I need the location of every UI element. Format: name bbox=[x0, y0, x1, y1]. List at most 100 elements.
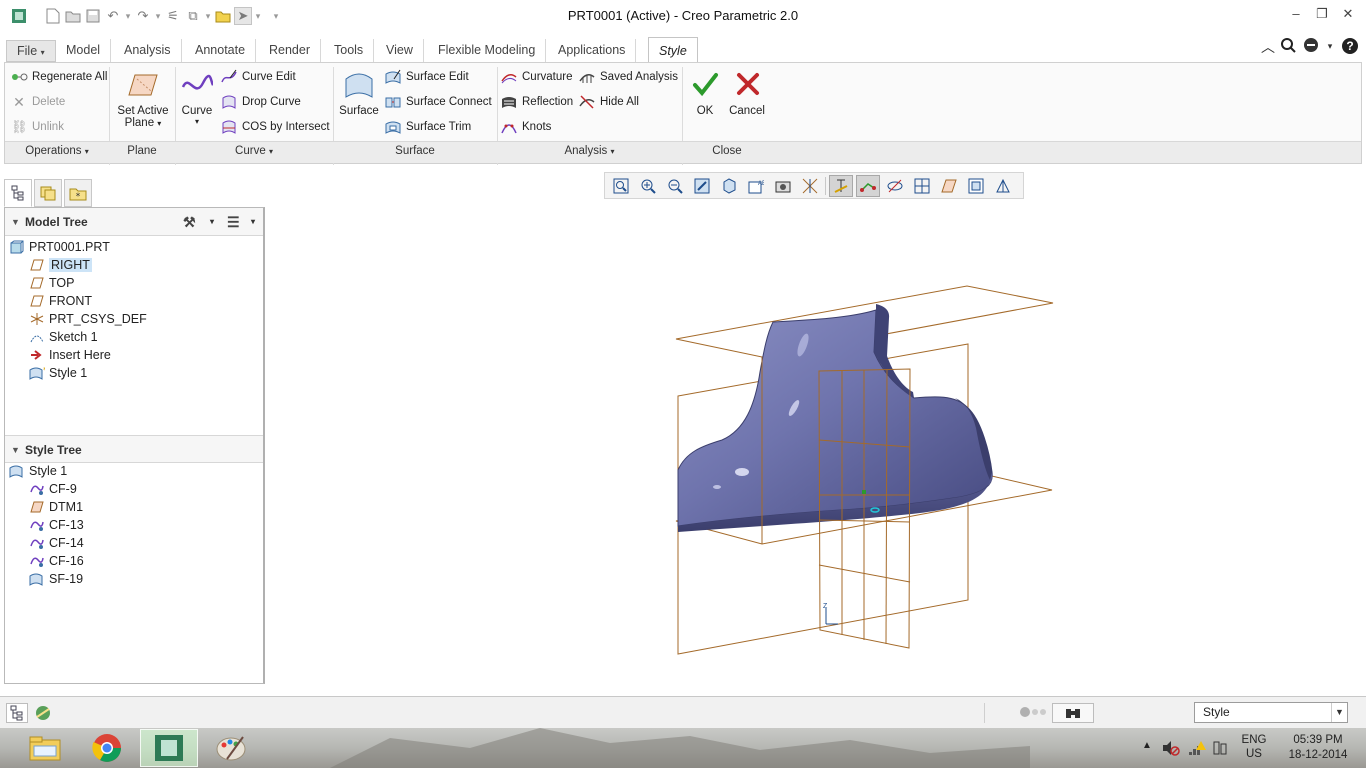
tab-annotate[interactable]: Annotate bbox=[185, 39, 257, 63]
tab-applications[interactable]: Applications bbox=[548, 39, 637, 63]
tree-item-style-1[interactable]: * Style 1 bbox=[29, 364, 87, 382]
model-tree-tab[interactable] bbox=[4, 179, 32, 207]
operations-group-label[interactable]: Operations ▾ bbox=[5, 145, 109, 157]
graphics-area[interactable]: Z bbox=[266, 200, 1366, 694]
folder-icon bbox=[29, 736, 61, 761]
folder-browser-tab[interactable] bbox=[34, 179, 62, 207]
tab-view[interactable]: View bbox=[376, 39, 424, 63]
tab-analysis[interactable]: Analysis bbox=[114, 39, 182, 63]
perspective-view-icon[interactable] bbox=[991, 175, 1015, 197]
curve-group-label[interactable]: Curve ▾ bbox=[175, 145, 333, 157]
chrome-taskbar-button[interactable] bbox=[78, 729, 136, 767]
community-dropdown-icon[interactable]: ▾ bbox=[1320, 41, 1340, 61]
surface-trim-button[interactable]: Surface Trim bbox=[385, 117, 471, 137]
tree-item-insert-here[interactable]: Insert Here bbox=[29, 346, 111, 364]
active-plane-view-icon[interactable] bbox=[937, 175, 961, 197]
zoom-in-icon[interactable] bbox=[636, 175, 660, 197]
speaker-muted-icon[interactable] bbox=[1162, 740, 1180, 759]
tree-item-sketch-1[interactable]: Sketch 1 bbox=[29, 328, 98, 346]
close-button[interactable]: ✕ bbox=[1338, 6, 1358, 26]
tab-style[interactable]: Style bbox=[648, 37, 698, 63]
knots-button[interactable]: Knots bbox=[501, 117, 551, 137]
style-tree-item-cf-16[interactable]: CF-16 bbox=[29, 552, 84, 570]
control-points-icon[interactable] bbox=[856, 174, 880, 197]
delete-button[interactable]: ✕ Delete bbox=[11, 92, 65, 112]
find-icon[interactable] bbox=[1052, 703, 1094, 723]
community-icon[interactable] bbox=[1302, 37, 1322, 57]
collapse-triangle-icon[interactable]: ▼ bbox=[11, 208, 20, 236]
regenerate-all-button[interactable]: Regenerate All bbox=[11, 67, 107, 87]
style-tree-item-cf-14[interactable]: CF-14 bbox=[29, 534, 84, 552]
restore-button[interactable]: ❐ bbox=[1312, 6, 1332, 26]
toggle-navigator-icon[interactable] bbox=[6, 703, 28, 723]
tree-item-top[interactable]: TOP bbox=[29, 274, 74, 292]
cancel-button[interactable]: Cancel bbox=[727, 69, 767, 117]
show-hidden-icons-icon[interactable]: ▲ bbox=[1142, 740, 1152, 751]
zoom-out-icon[interactable] bbox=[663, 175, 687, 197]
tree-columns-dropdown-icon[interactable]: ▾ bbox=[251, 208, 255, 236]
style-tree-header[interactable]: ▼ Style Tree bbox=[5, 435, 263, 463]
tree-item-front[interactable]: FRONT bbox=[29, 292, 92, 310]
tree-item-right[interactable]: RIGHT bbox=[29, 256, 92, 274]
help-icon[interactable]: ? bbox=[1340, 37, 1360, 57]
minimize-ribbon-icon[interactable]: ︿ bbox=[1258, 37, 1278, 57]
tree-columns-icon[interactable]: ☰ bbox=[227, 208, 240, 236]
display-style-icon[interactable] bbox=[717, 175, 741, 197]
toggle-browser-icon[interactable] bbox=[32, 703, 54, 723]
tree-item-prt-csys-def[interactable]: PRT_CSYS_DEF bbox=[29, 310, 147, 328]
drop-curve-button[interactable]: Drop Curve bbox=[221, 92, 301, 112]
curve-edit-button[interactable]: Curve Edit bbox=[221, 67, 296, 87]
set-active-plane-button[interactable]: Set Active Plane ▾ bbox=[113, 69, 173, 129]
surface-button[interactable]: Surface bbox=[337, 69, 381, 117]
saved-analysis-button[interactable]: Saved Analysis bbox=[579, 67, 678, 87]
network-warning-icon[interactable] bbox=[1188, 740, 1206, 759]
style-curve-display-icon[interactable] bbox=[829, 174, 853, 197]
control-point-marker[interactable] bbox=[862, 490, 866, 494]
clock[interactable]: 05:39 PM 18-12-2014 bbox=[1280, 734, 1356, 761]
input-language-indicator[interactable]: ENG US bbox=[1240, 734, 1268, 760]
style-tree-item-style-1[interactable]: Style 1 bbox=[9, 462, 67, 480]
curve-button[interactable]: Curve ▾ bbox=[179, 69, 215, 126]
tab-model[interactable]: Model bbox=[56, 39, 112, 63]
style-tree-item-dtm1[interactable]: DTM1 bbox=[29, 498, 83, 516]
creo-taskbar-button[interactable] bbox=[140, 729, 198, 767]
style-tree-item-cf-13[interactable]: CF-13 bbox=[29, 516, 84, 534]
unlink-button[interactable]: ⛓ Unlink bbox=[11, 117, 64, 137]
refit-icon[interactable] bbox=[609, 175, 633, 197]
power-icon[interactable] bbox=[1212, 740, 1228, 759]
analysis-group-label[interactable]: Analysis ▾ bbox=[497, 145, 682, 157]
model-tree-header[interactable]: ▼ Model Tree ⚒ ▾ ☰ ▾ bbox=[5, 208, 263, 236]
cos-by-intersect-button[interactable]: COS by Intersect bbox=[221, 117, 330, 137]
grid-display-icon[interactable] bbox=[910, 175, 934, 197]
explorer-taskbar-button[interactable] bbox=[16, 729, 74, 767]
curve-dropdown-icon[interactable]: ▾ bbox=[179, 117, 215, 126]
tree-settings-icon[interactable]: ⚒ bbox=[183, 208, 196, 236]
tab-file[interactable]: File ▾ bbox=[6, 40, 56, 62]
style-tree-item-cf-9[interactable]: CF-9 bbox=[29, 480, 77, 498]
favorites-tab[interactable]: * bbox=[64, 179, 92, 207]
single-view-icon[interactable] bbox=[964, 175, 988, 197]
view-manager-icon[interactable] bbox=[771, 175, 795, 197]
paint-taskbar-button[interactable] bbox=[202, 729, 260, 767]
datum-display-icon[interactable] bbox=[798, 175, 822, 197]
tree-settings-dropdown-icon[interactable]: ▾ bbox=[210, 208, 214, 236]
search-icon[interactable] bbox=[1278, 37, 1298, 57]
tab-render[interactable]: Render bbox=[259, 39, 321, 63]
style-surface-shoe[interactable] bbox=[677, 309, 993, 527]
spin-center-icon[interactable] bbox=[883, 175, 907, 197]
reflection-button[interactable]: Reflection bbox=[501, 92, 573, 112]
ok-button[interactable]: OK bbox=[687, 69, 723, 117]
minimize-button[interactable]: – bbox=[1286, 6, 1306, 26]
curvature-button[interactable]: Curvature bbox=[501, 67, 573, 87]
saved-views-icon[interactable]: AB bbox=[744, 175, 768, 197]
style-tree-item-sf-19[interactable]: SF-19 bbox=[29, 570, 83, 588]
repaint-icon[interactable] bbox=[690, 175, 714, 197]
collapse-triangle-icon[interactable]: ▼ bbox=[11, 436, 20, 464]
tab-flexible-modeling[interactable]: Flexible Modeling bbox=[428, 39, 547, 63]
tree-item-prt0001[interactable]: PRT0001.PRT bbox=[9, 238, 110, 256]
hide-all-button[interactable]: Hide All bbox=[579, 92, 639, 112]
selection-filter-select[interactable]: Style ▼ bbox=[1194, 702, 1348, 723]
surface-edit-button[interactable]: Surface Edit bbox=[385, 67, 469, 87]
tab-tools[interactable]: Tools bbox=[324, 39, 375, 63]
surface-connect-button[interactable]: Surface Connect bbox=[385, 92, 492, 112]
